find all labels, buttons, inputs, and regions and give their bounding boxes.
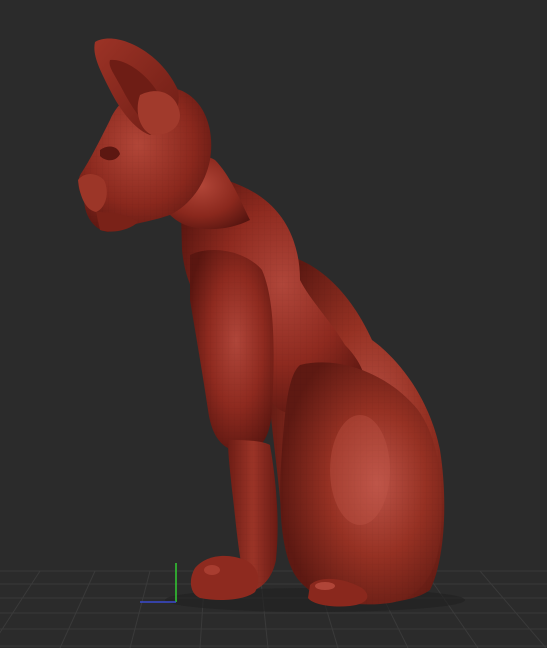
axis-gizmo — [140, 563, 177, 603]
viewport-canvas[interactable] — [0, 0, 547, 648]
front-paw — [190, 555, 259, 600]
sculpt-model[interactable] — [78, 38, 445, 607]
3d-viewport[interactable] — [0, 0, 547, 648]
muzzle — [78, 174, 107, 212]
thigh-highlight — [330, 415, 390, 525]
